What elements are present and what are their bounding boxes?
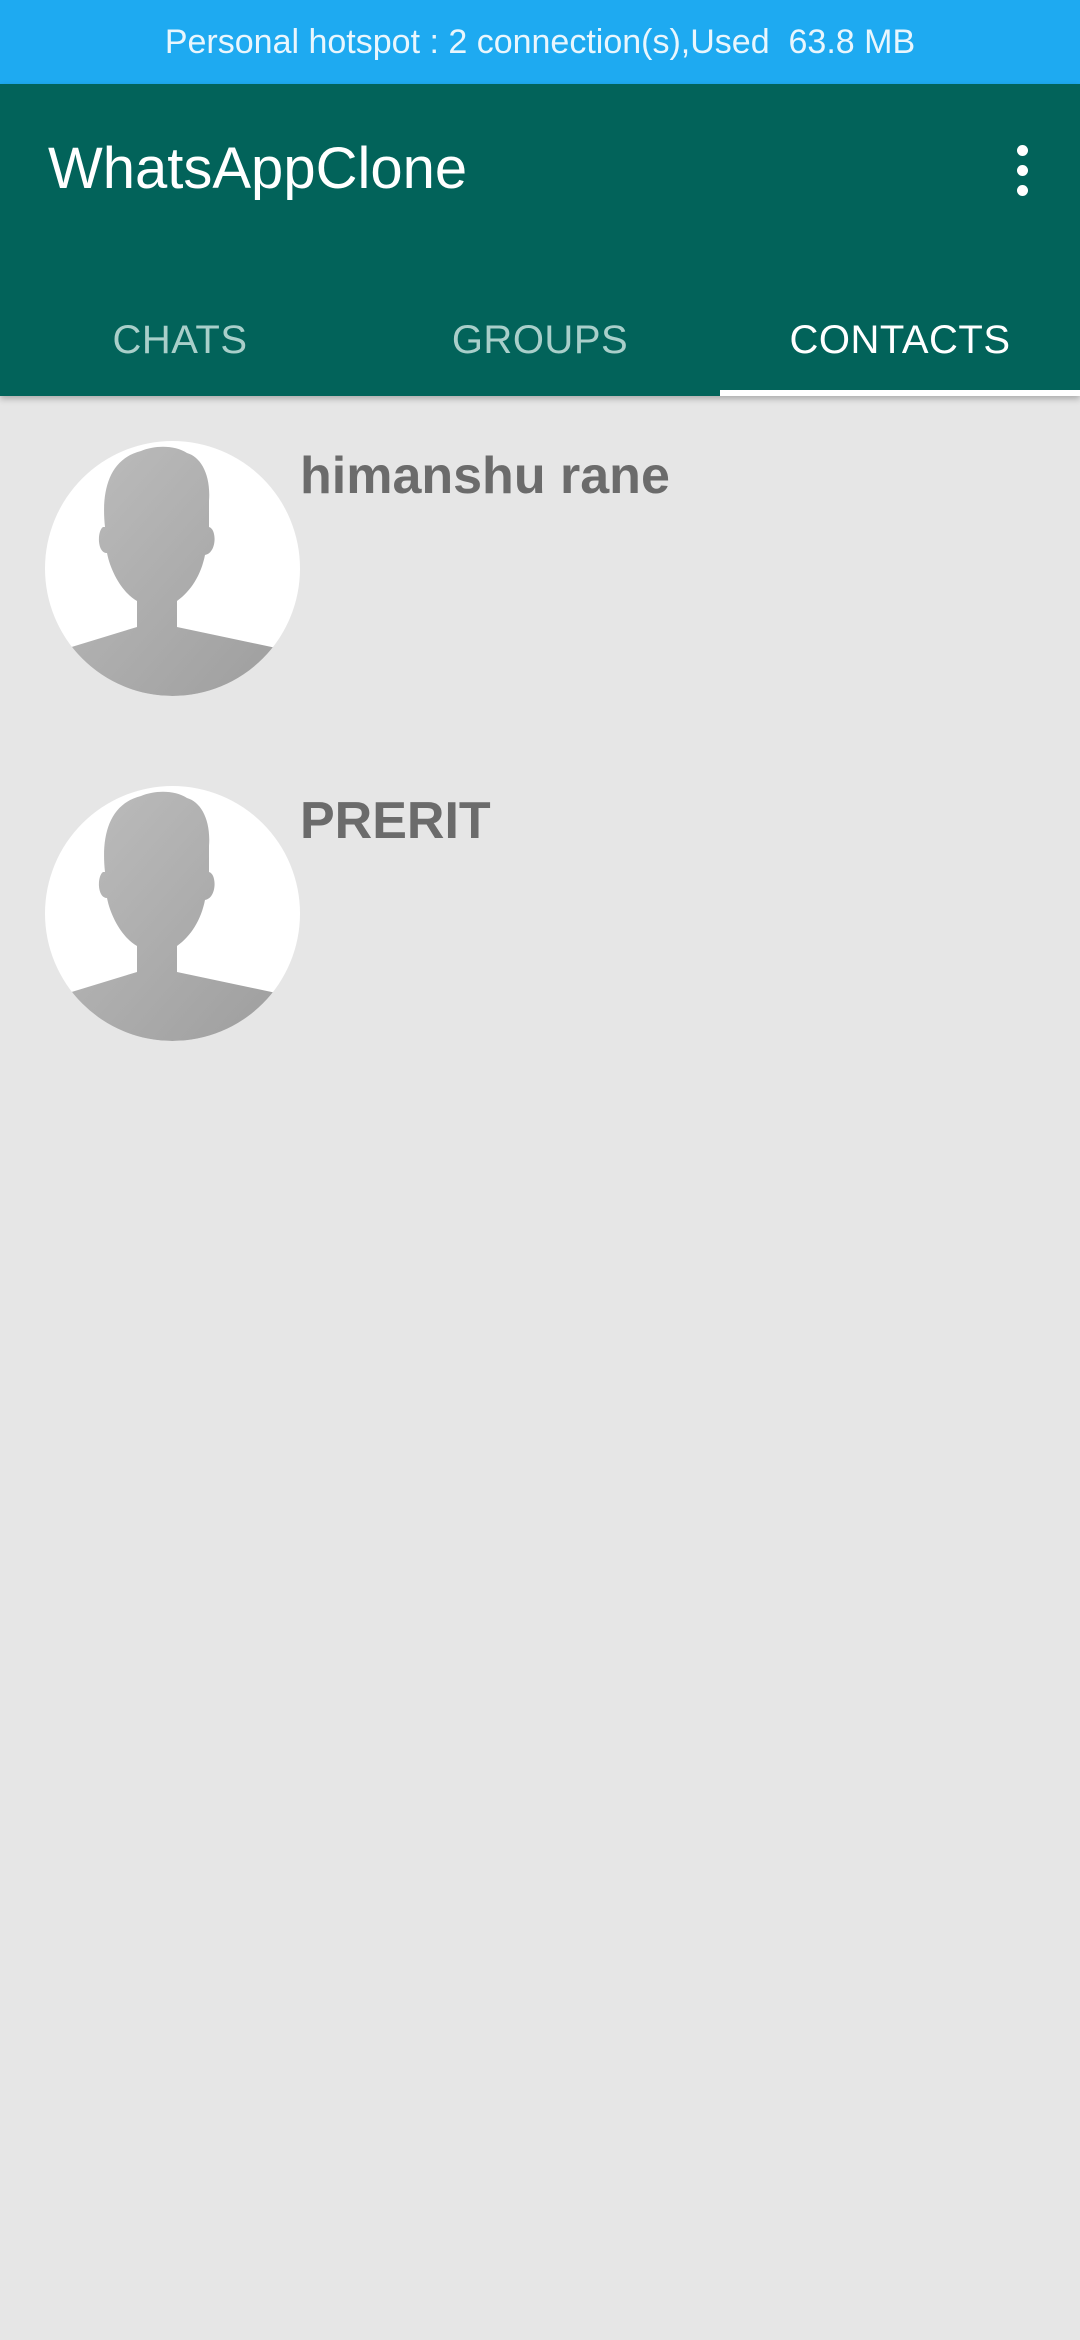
app-title: WhatsAppClone: [48, 136, 468, 201]
more-vertical-icon-dot: [1016, 164, 1028, 176]
more-vertical-icon: [1016, 144, 1028, 156]
tab-bar: CHATS GROUPS CONTACTS: [0, 284, 1080, 396]
tab-contacts[interactable]: CONTACTS: [720, 284, 1080, 396]
hotspot-status-banner[interactable]: Personal hotspot : 2 connection(s),Used …: [0, 0, 1080, 84]
default-avatar-icon[interactable]: [45, 786, 300, 1041]
contact-row[interactable]: PRERIT: [0, 741, 1080, 1086]
tab-groups[interactable]: GROUPS: [360, 284, 720, 396]
app-bar: WhatsAppClone CHATS GROUPS CONTACTS: [0, 84, 1080, 396]
tab-chats[interactable]: CHATS: [0, 284, 360, 396]
more-options-button[interactable]: [986, 130, 1058, 210]
more-vertical-icon-dot: [1016, 184, 1028, 196]
contact-name: himanshu rane: [300, 447, 670, 505]
contact-row[interactable]: himanshu rane: [0, 396, 1080, 741]
default-avatar-icon[interactable]: [45, 441, 300, 696]
contact-list: himanshu rane PRERIT: [0, 396, 1080, 1086]
contact-name: PRERIT: [300, 792, 491, 850]
